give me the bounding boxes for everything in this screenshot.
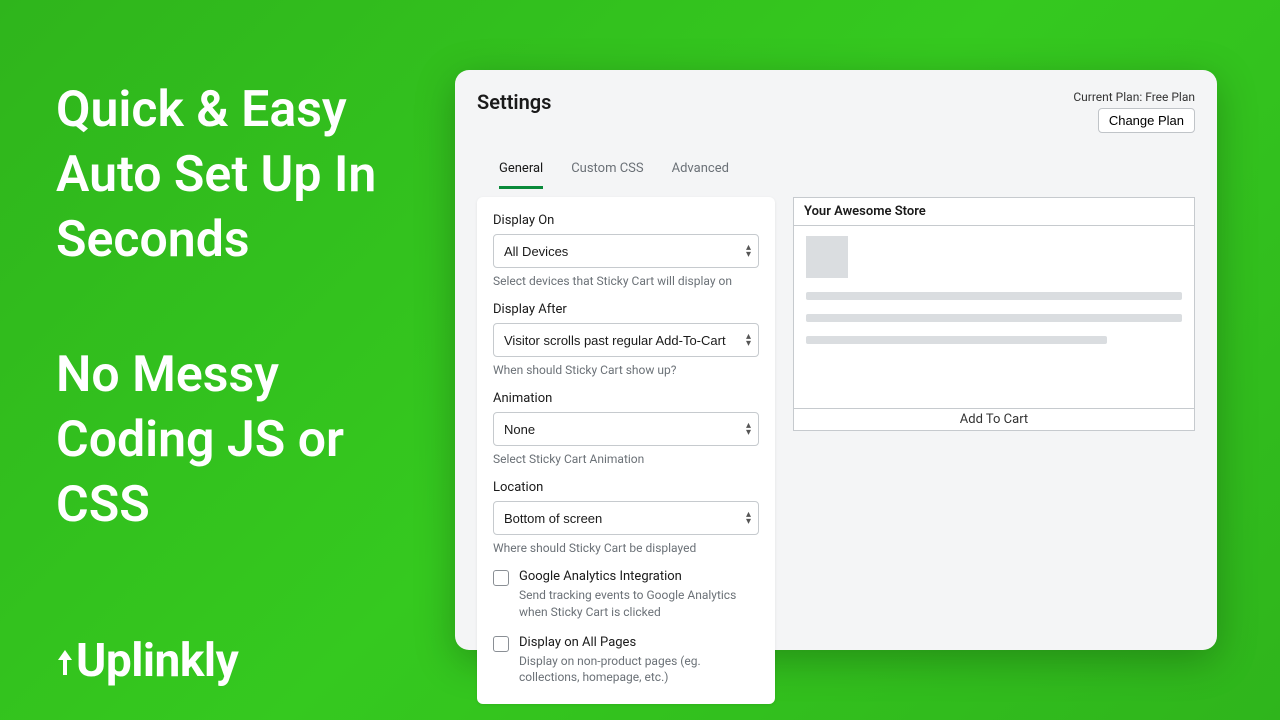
- display-after-label: Display After: [493, 302, 759, 317]
- marketing-copy: Quick & Easy Auto Set Up In Seconds No M…: [56, 78, 416, 538]
- display-after-helper: When should Sticky Cart show up?: [493, 363, 759, 377]
- current-plan-label: Current Plan: Free Plan: [1073, 90, 1195, 104]
- headline-2: No Messy Coding JS or CSS: [56, 343, 416, 538]
- brand-name: Uplinkly: [76, 634, 238, 688]
- preview-text-line: [806, 336, 1107, 344]
- tab-advanced[interactable]: Advanced: [672, 161, 729, 188]
- display-on-label: Display On: [493, 213, 759, 228]
- settings-tabs: General Custom CSS Advanced: [477, 161, 1195, 189]
- ga-integration-checkbox[interactable]: [493, 570, 509, 586]
- preview-text-line: [806, 292, 1182, 300]
- panel-title: Settings: [477, 90, 551, 114]
- settings-panel: Settings Current Plan: Free Plan Change …: [455, 70, 1217, 650]
- location-helper: Where should Sticky Cart be displayed: [493, 541, 759, 555]
- all-pages-desc: Display on non-product pages (eg. collec…: [519, 653, 759, 687]
- headline-1: Quick & Easy Auto Set Up In Seconds: [56, 78, 416, 273]
- animation-select[interactable]: [493, 412, 759, 446]
- preview-add-to-cart: Add To Cart: [794, 408, 1194, 430]
- preview-body: [794, 226, 1194, 408]
- animation-helper: Select Sticky Cart Animation: [493, 452, 759, 466]
- display-on-select[interactable]: [493, 234, 759, 268]
- location-label: Location: [493, 480, 759, 495]
- ga-integration-desc: Send tracking events to Google Analytics…: [519, 587, 759, 621]
- display-after-select[interactable]: [493, 323, 759, 357]
- preview-text-line: [806, 314, 1182, 322]
- animation-label: Animation: [493, 391, 759, 406]
- all-pages-checkbox[interactable]: [493, 636, 509, 652]
- tab-general[interactable]: General: [499, 161, 543, 189]
- tab-custom-css[interactable]: Custom CSS: [571, 161, 643, 188]
- preview-image-placeholder: [806, 236, 848, 278]
- preview-pane: Your Awesome Store Add To Cart: [793, 197, 1195, 431]
- display-on-helper: Select devices that Sticky Cart will dis…: [493, 274, 759, 288]
- brand-logo: Uplinkly: [56, 634, 238, 688]
- all-pages-title: Display on All Pages: [519, 635, 759, 650]
- general-settings-form: Display On ▴▾ Select devices that Sticky…: [477, 197, 775, 704]
- preview-store-name: Your Awesome Store: [794, 198, 1194, 226]
- location-select[interactable]: [493, 501, 759, 535]
- arrow-up-icon: [56, 648, 74, 676]
- change-plan-button[interactable]: Change Plan: [1098, 108, 1195, 133]
- ga-integration-title: Google Analytics Integration: [519, 569, 759, 584]
